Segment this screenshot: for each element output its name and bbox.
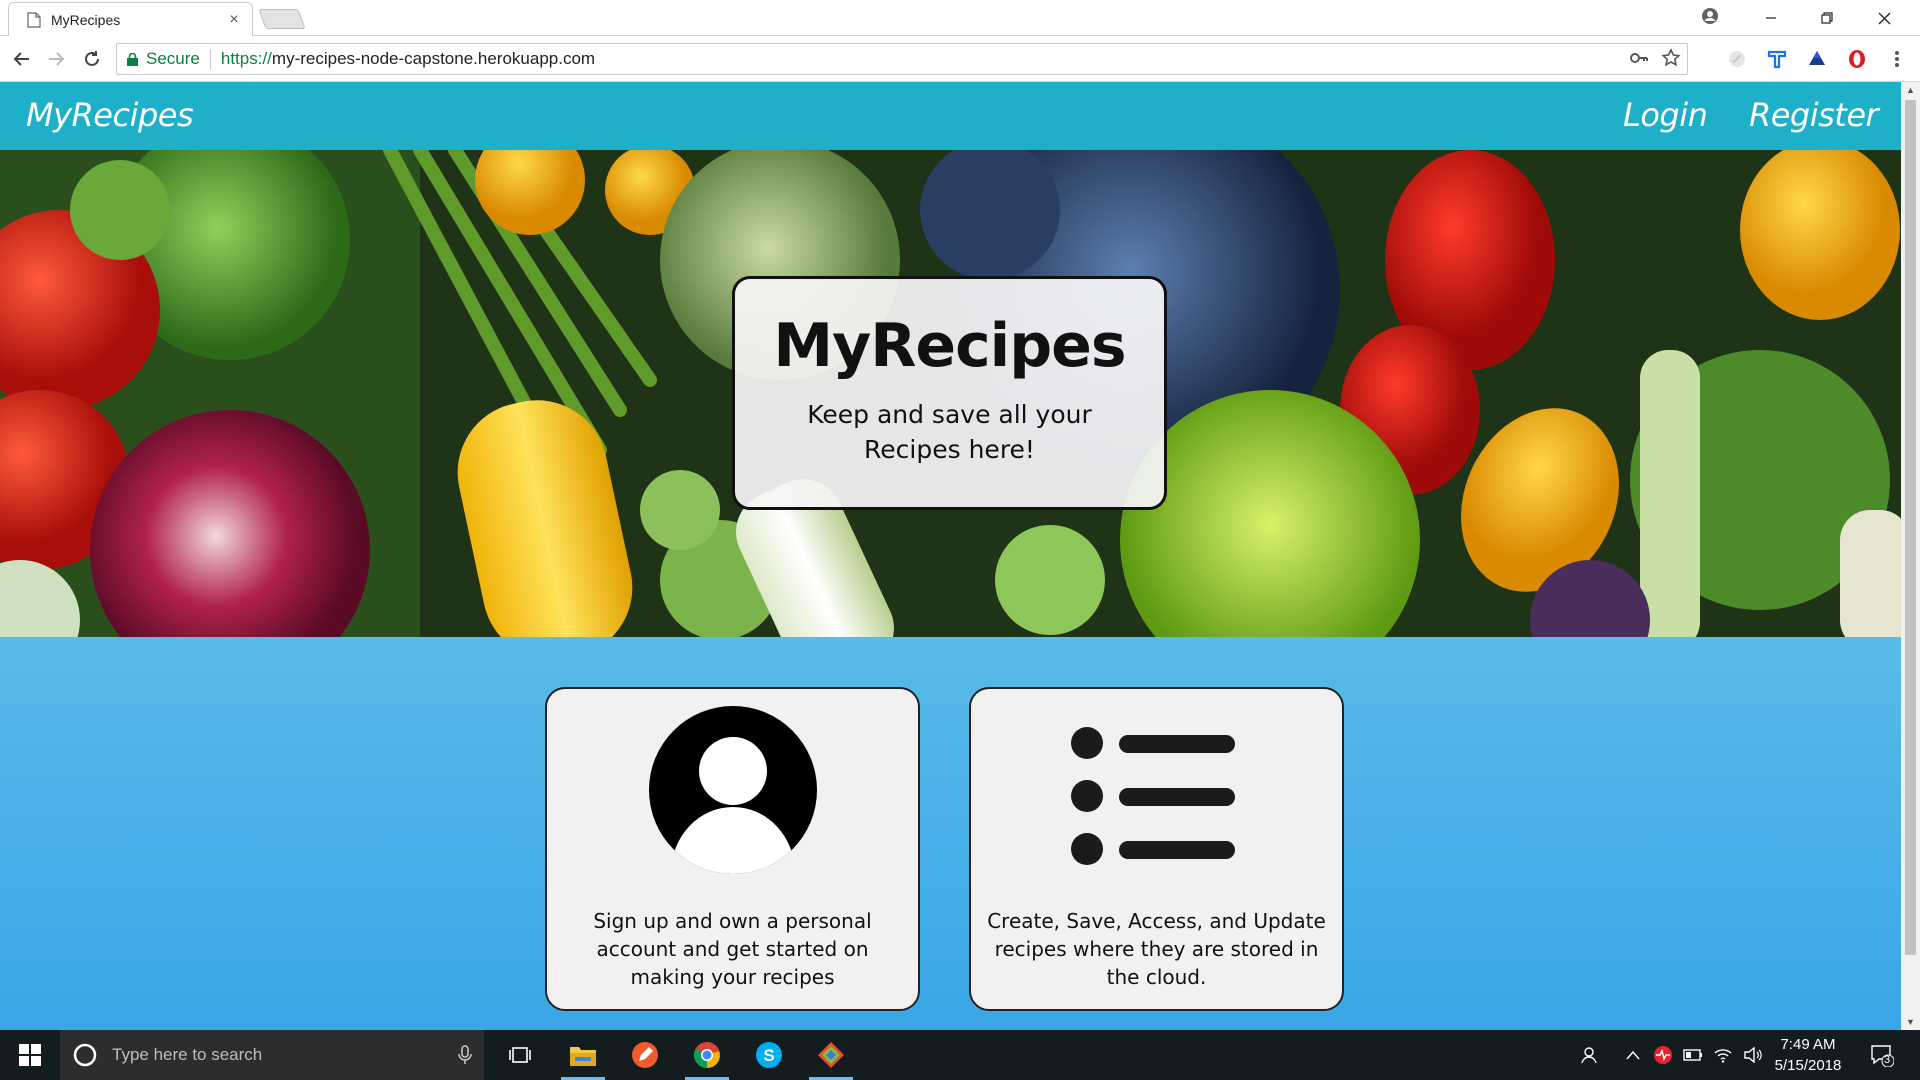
feature-text-account: Sign up and own a personal account and g… bbox=[593, 909, 872, 989]
action-center-icon[interactable]: 3 bbox=[1862, 1030, 1902, 1080]
hero-subtitle: Keep and save all your Recipes here! bbox=[807, 400, 1092, 464]
chrome-icon[interactable] bbox=[679, 1030, 735, 1080]
hero-card: MyRecipes Keep and save all your Recipes… bbox=[732, 276, 1167, 510]
clock-date: 5/15/2018 bbox=[1774, 1057, 1842, 1074]
microphone-icon[interactable] bbox=[458, 1045, 472, 1065]
url-text: my-recipes-node-capstone.herokuapp.com bbox=[271, 49, 596, 68]
scroll-thumb[interactable] bbox=[1905, 100, 1916, 955]
page-scrollbar[interactable]: ▲ ▼ bbox=[1901, 82, 1920, 1030]
feature-card-recipes: Create, Save, Access, and Update recipes… bbox=[969, 687, 1344, 1011]
taskbar-clock[interactable]: 7:49 AM 5/15/2018 bbox=[1768, 1034, 1848, 1076]
forward-icon[interactable] bbox=[42, 45, 70, 73]
profile-icon[interactable] bbox=[1698, 4, 1722, 28]
omnibox-divider bbox=[209, 49, 211, 69]
key-icon[interactable] bbox=[1629, 48, 1649, 68]
people-icon[interactable] bbox=[1576, 1030, 1606, 1080]
close-window-icon[interactable] bbox=[1856, 0, 1912, 36]
hero-banner: MyRecipes Keep and save all your Recipes… bbox=[0, 150, 1901, 637]
back-icon[interactable] bbox=[8, 45, 36, 73]
antivirus-icon[interactable] bbox=[1650, 1030, 1676, 1080]
extension-grey-icon[interactable] bbox=[1725, 47, 1749, 71]
hero-title: MyRecipes bbox=[773, 311, 1126, 381]
address-bar[interactable]: Secure https:// my-recipes-node-capstone… bbox=[116, 43, 1688, 75]
taskbar-search-box[interactable]: Type here to search bbox=[60, 1030, 484, 1080]
feature-card-account: Sign up and own a personal account and g… bbox=[545, 687, 920, 1011]
site-brand-link[interactable]: MyRecipes bbox=[26, 96, 194, 134]
clock-time: 7:49 AM bbox=[1780, 1036, 1836, 1053]
svg-text:S: S bbox=[763, 1046, 774, 1065]
secure-indicator[interactable]: Secure bbox=[127, 49, 200, 69]
extension-opera-icon[interactable] bbox=[1845, 47, 1869, 71]
extension-drive-icon[interactable] bbox=[1805, 47, 1829, 71]
show-hidden-icons-icon[interactable] bbox=[1620, 1030, 1646, 1080]
lock-icon bbox=[127, 52, 138, 66]
taskbar-search-placeholder: Type here to search bbox=[112, 1045, 263, 1064]
reload-icon[interactable] bbox=[78, 45, 106, 73]
windows-taskbar: Type here to search S 7:49 AM 5/15/2018 … bbox=[0, 1030, 1920, 1080]
scroll-down-icon[interactable]: ▼ bbox=[1901, 1014, 1920, 1030]
volume-icon[interactable] bbox=[1740, 1030, 1766, 1080]
battery-icon[interactable] bbox=[1680, 1030, 1706, 1080]
tab-close-icon[interactable]: × bbox=[226, 11, 242, 29]
tab-title: MyRecipes bbox=[51, 11, 121, 28]
secure-label: Secure bbox=[146, 49, 200, 68]
page-viewport: MyRecipes Login Register MyRecipes Keep … bbox=[0, 82, 1901, 1030]
skype-icon[interactable]: S bbox=[741, 1030, 797, 1080]
minimize-icon[interactable] bbox=[1743, 0, 1799, 36]
feature-text-recipes: Create, Save, Access, and Update recipes… bbox=[987, 909, 1326, 989]
git-app-icon[interactable] bbox=[803, 1030, 859, 1080]
extension-t-icon[interactable] bbox=[1765, 47, 1789, 71]
user-avatar-icon bbox=[547, 705, 918, 875]
file-explorer-icon[interactable] bbox=[555, 1030, 611, 1080]
new-tab-button[interactable] bbox=[258, 9, 306, 29]
register-link[interactable]: Register bbox=[1749, 96, 1879, 134]
pencil-app-icon[interactable] bbox=[617, 1030, 673, 1080]
bookmark-star-icon[interactable] bbox=[1661, 48, 1681, 68]
page-icon bbox=[27, 11, 41, 28]
browser-toolbar: Secure https:// my-recipes-node-capstone… bbox=[0, 36, 1920, 82]
task-view-icon[interactable] bbox=[492, 1030, 548, 1080]
cortana-icon bbox=[73, 1043, 97, 1067]
login-link[interactable]: Login bbox=[1623, 96, 1708, 134]
browser-tab-strip: MyRecipes × bbox=[0, 0, 1920, 36]
windows-start-icon[interactable] bbox=[0, 1030, 60, 1080]
chrome-menu-icon[interactable] bbox=[1885, 47, 1909, 71]
list-icon bbox=[971, 705, 1342, 875]
scroll-up-icon[interactable]: ▲ bbox=[1901, 82, 1920, 98]
wifi-icon[interactable] bbox=[1710, 1030, 1736, 1080]
url-scheme: https:// bbox=[220, 49, 272, 68]
browser-tab[interactable]: MyRecipes × bbox=[8, 2, 253, 36]
notification-count-badge: 3 bbox=[1884, 1054, 1891, 1066]
site-navbar: MyRecipes Login Register bbox=[0, 82, 1901, 150]
restore-icon[interactable] bbox=[1799, 0, 1855, 36]
